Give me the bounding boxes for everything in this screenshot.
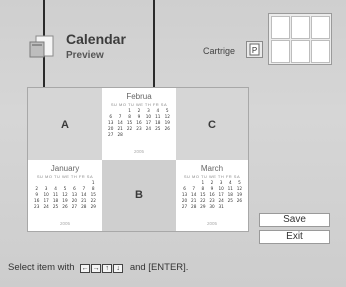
month-name-january: January — [50, 164, 80, 173]
calendar-day — [153, 132, 162, 138]
calendar-preview-screen: Calendar Preview Cartrige P A Februa SU … — [0, 0, 346, 287]
calendar-day: 30 — [209, 204, 215, 209]
calendar-day — [235, 204, 244, 210]
calendar-week-row: 27 28 — [106, 132, 172, 138]
calendar-layout-grid: A Februa SU MO TU WE TH FR SA 1234567891… — [27, 87, 249, 232]
calendar-day: 23 — [34, 204, 40, 209]
calendar-day: 24 — [43, 204, 49, 209]
week-header-march: SU MO TU WE TH FR SA — [183, 174, 241, 179]
slot-c[interactable]: C — [176, 88, 248, 160]
instruction-hint: Select item with ← → ↑ ↓ and [ENTER]. — [8, 262, 188, 273]
month-tile-march[interactable]: March SU MO TU WE TH FR SA 1 2 3 4 5 6 7 8 9 10 11… — [176, 160, 248, 231]
hint-prefix: Select item with — [8, 262, 75, 274]
calendar-day: 28 — [81, 204, 87, 209]
calendar-day — [134, 132, 143, 138]
calendar-day: 28 — [117, 132, 123, 137]
slot-b-label: B — [135, 189, 143, 201]
week-header-february: SU MO TU WE TH FR SA — [110, 102, 168, 107]
cartridge-label: Cartrige — [203, 46, 236, 56]
calendar-day: 27 — [181, 204, 188, 209]
calendar-day: 31 — [218, 204, 224, 209]
page-subtitle: Preview — [66, 50, 104, 61]
slot-a-label: A — [61, 119, 69, 131]
week-header-january: SU MO TU WE TH FR SA — [36, 174, 94, 179]
layout-thumbnail — [268, 13, 332, 65]
calendar-week-row: 27 28 29 30 31 — [180, 204, 244, 210]
calendar-day — [125, 132, 134, 138]
calendar-day: 29 — [200, 204, 206, 209]
hint-suffix: and [ENTER]. — [129, 262, 189, 274]
down-arrow-key-icon: ↓ — [113, 264, 124, 273]
year-january: 2005 — [59, 221, 70, 226]
calendar-day — [226, 204, 235, 210]
calendar-app-icon — [27, 33, 55, 59]
days-march: 1 2 3 4 5 6 7 8 9 10 11 12 13 14 15 16 17 18 19 20 21 22 23 24 2… — [180, 180, 244, 210]
left-arrow-key-icon: ← — [80, 264, 91, 273]
calendar-day: 27 — [71, 204, 78, 209]
days-february: 1 2 3 4 5 6 7 8 9 10 11 12 13 14 15 16 17 18 19 20 21 22 23 24 2… — [106, 108, 172, 138]
slot-b[interactable]: B — [102, 160, 176, 231]
calendar-day: 29 — [90, 204, 96, 209]
page-title: Calendar — [66, 31, 126, 47]
save-button[interactable]: Save — [259, 213, 330, 227]
slot-c-label: C — [208, 119, 216, 131]
svg-text:P: P — [252, 46, 257, 55]
calendar-day — [163, 132, 172, 138]
cartridge-icon: P — [246, 41, 263, 58]
year-march: 2005 — [206, 221, 217, 226]
calendar-day: 25 — [52, 204, 59, 209]
right-arrow-key-icon: → — [91, 264, 102, 273]
slot-a[interactable]: A — [28, 88, 102, 160]
calendar-day: 27 — [108, 132, 114, 137]
calendar-week-row: 23 24 25 26 27 28 29 — [32, 204, 98, 210]
year-february: 2005 — [133, 149, 144, 154]
arrow-keys-icon: ← → ↑ ↓ — [80, 262, 124, 273]
month-tile-january[interactable]: January SU MO TU WE TH FR SA 1 2 3 4 5 6 7 8 9 10… — [28, 160, 102, 231]
exit-button[interactable]: Exit — [259, 230, 330, 244]
days-january: 1 2 3 4 5 6 7 8 9 10 11 12 13 14 15 16 17 18 19 20 21 22 23 24 2… — [32, 180, 98, 210]
up-arrow-key-icon: ↑ — [102, 264, 113, 273]
month-name-march: March — [200, 164, 224, 173]
calendar-day: 28 — [191, 204, 197, 209]
month-name-february: Februa — [126, 92, 152, 101]
callout-line-right — [153, 0, 155, 100]
calendar-day: 26 — [62, 204, 68, 209]
calendar-day — [144, 132, 153, 138]
month-tile-february[interactable]: Februa SU MO TU WE TH FR SA 1 2 3 4 5 6 7 8 9 10 1… — [102, 88, 176, 160]
